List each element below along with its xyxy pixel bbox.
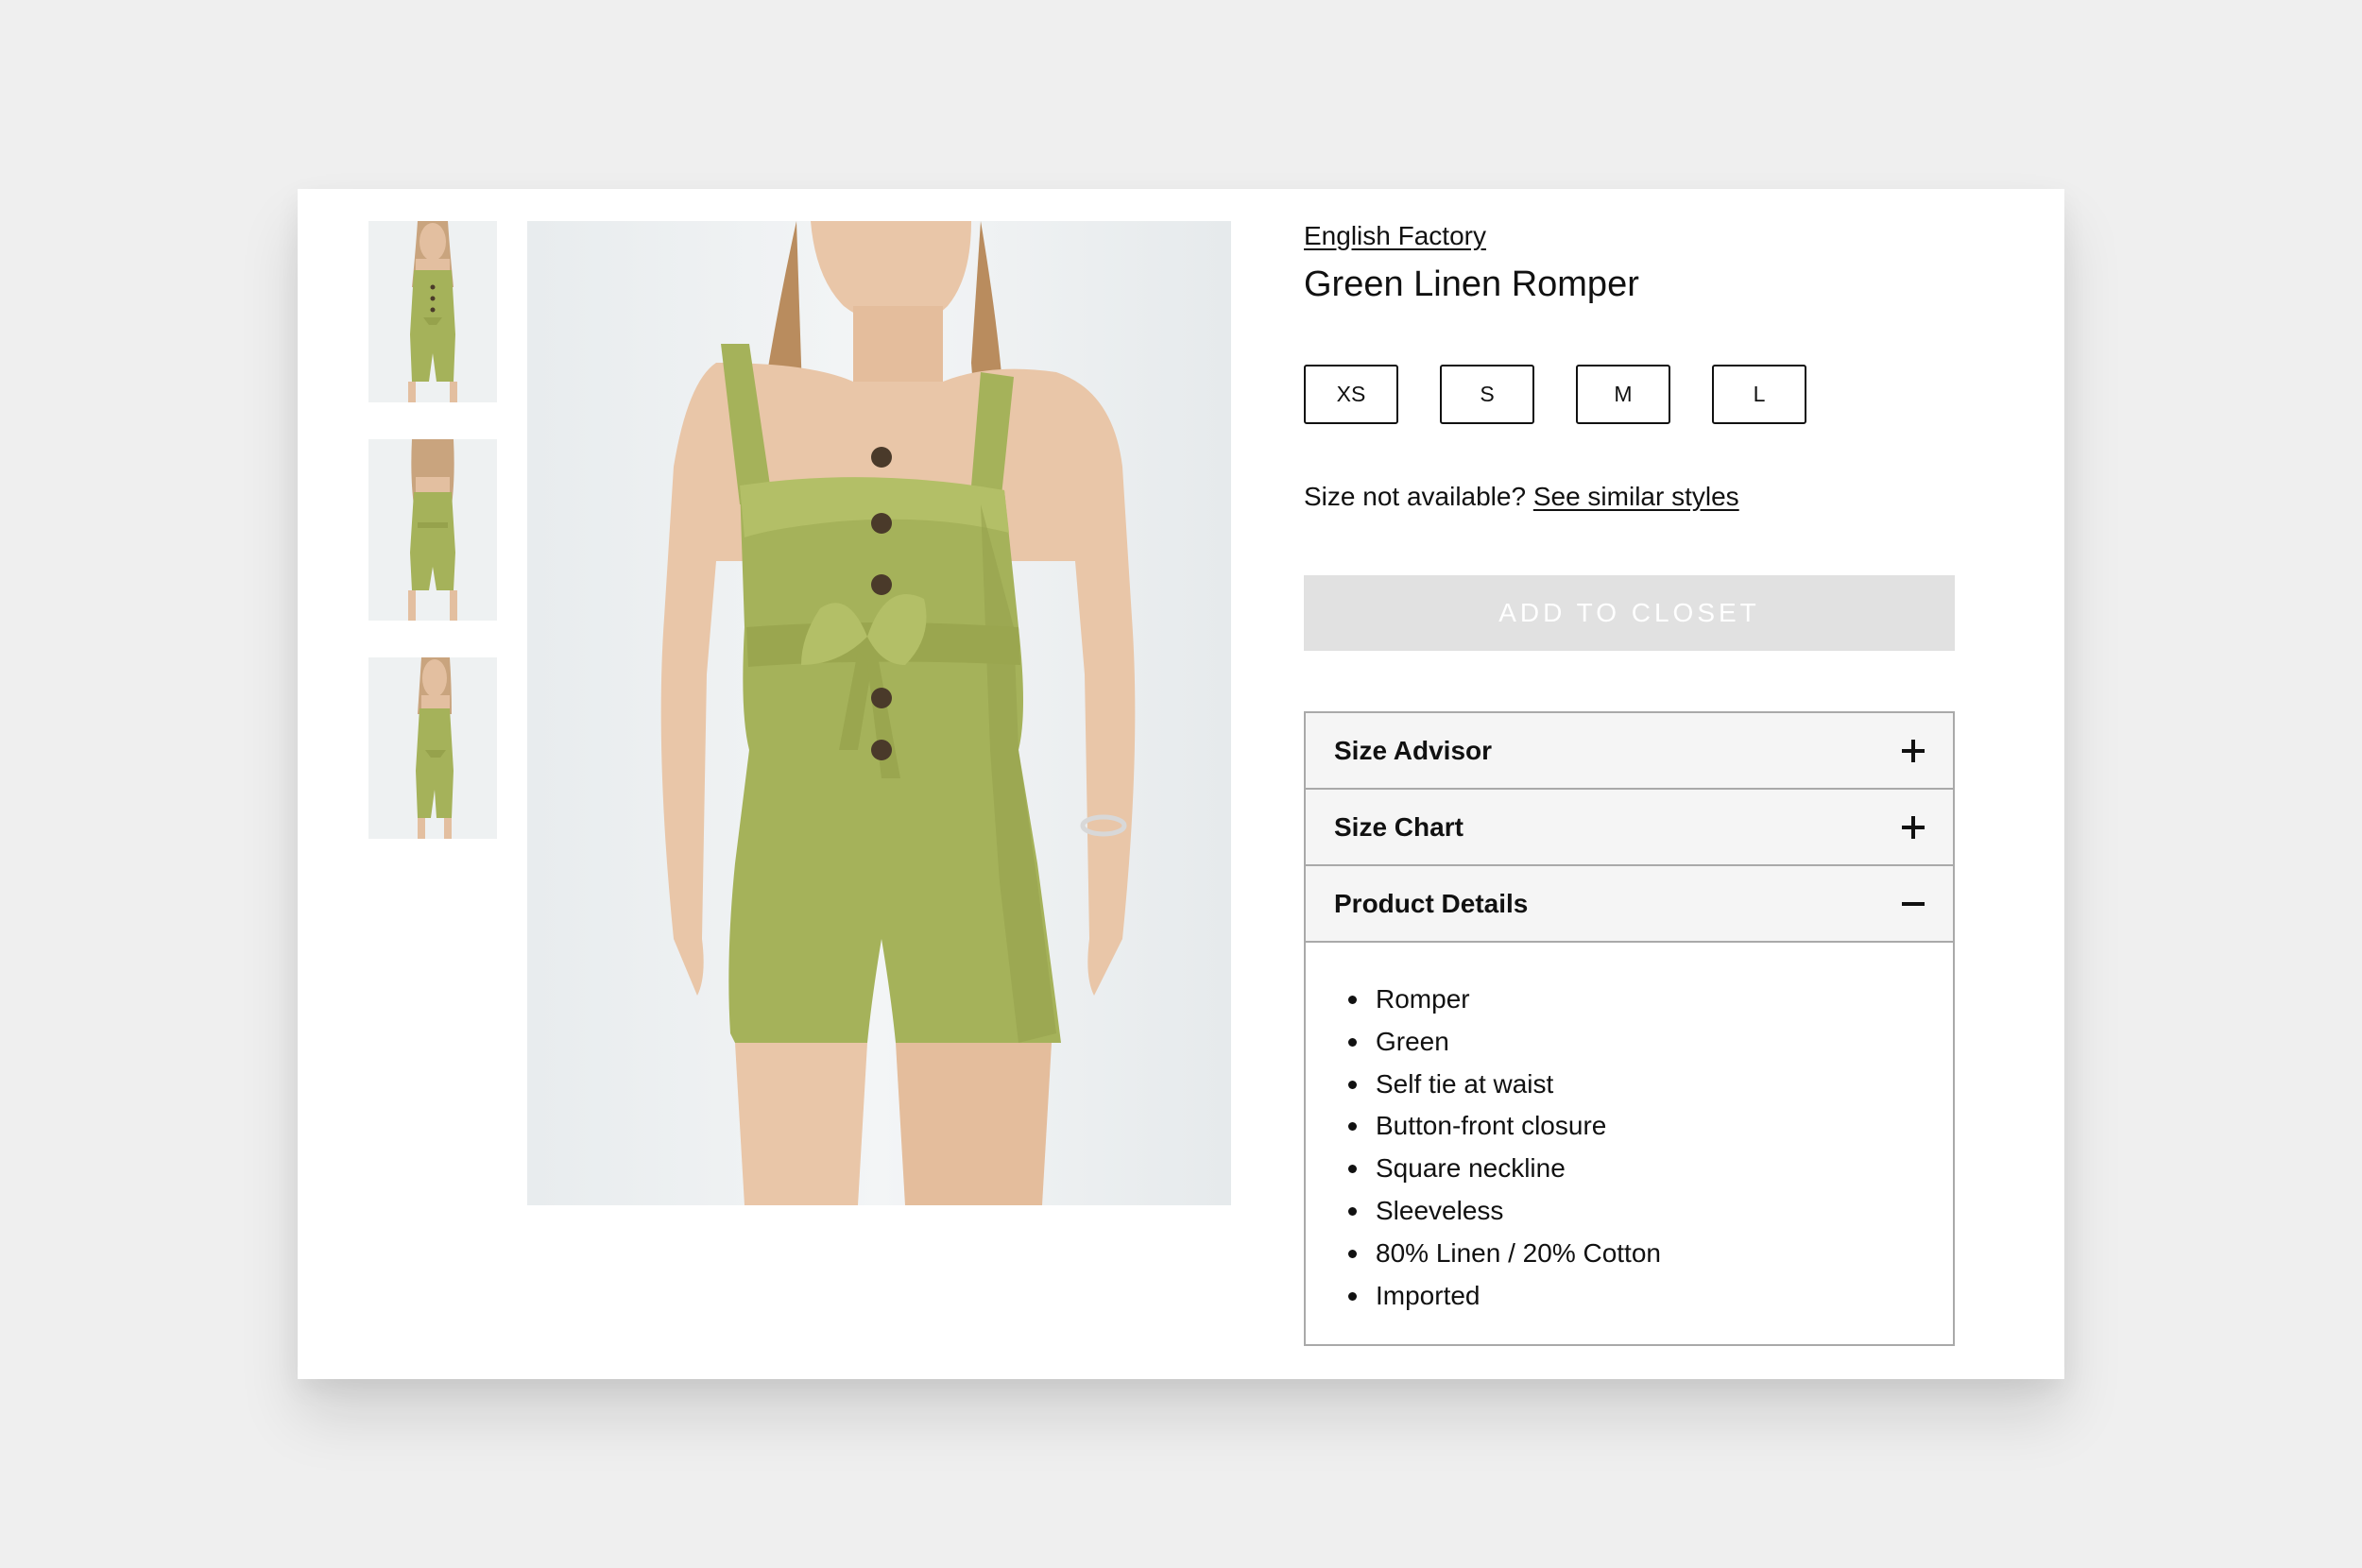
thumbnail-back[interactable]	[368, 439, 497, 621]
product-details-list: Romper Green Self tie at waist Button-fr…	[1306, 943, 1953, 1317]
accordion-label: Product Details	[1334, 888, 1529, 918]
thumbnail-front[interactable]	[368, 221, 497, 402]
list-item: Square neckline	[1344, 1148, 1953, 1190]
size-note-text: Size not available?	[1304, 482, 1527, 511]
accordion-label: Size Chart	[1334, 811, 1463, 842]
accordion-size-advisor[interactable]: Size Advisor	[1306, 713, 1953, 790]
accordion-size-chart[interactable]: Size Chart	[1306, 790, 1953, 866]
see-similar-styles-link[interactable]: See similar styles	[1533, 482, 1739, 511]
list-item: Self tie at waist	[1344, 1064, 1953, 1106]
plus-icon	[1902, 815, 1925, 839]
main-product-image[interactable]	[527, 221, 1231, 1205]
romper-model-photo	[527, 221, 1231, 1205]
minus-icon	[1902, 893, 1925, 915]
size-button-m[interactable]: M	[1576, 365, 1670, 424]
accordion-product-details[interactable]: Product Details	[1306, 866, 1953, 943]
list-item: Imported	[1344, 1275, 1953, 1318]
size-button-xs[interactable]: XS	[1304, 365, 1398, 424]
add-to-closet-button[interactable]: ADD TO CLOSET	[1304, 575, 1955, 651]
product-title: Green Linen Romper	[1304, 264, 1639, 304]
romper-front-thumbnail	[368, 221, 497, 402]
size-button-l[interactable]: L	[1712, 365, 1806, 424]
brand-link[interactable]: English Factory	[1304, 221, 1486, 251]
plus-icon	[1902, 739, 1925, 762]
size-selector: XS S M L	[1304, 365, 1806, 424]
list-item: Button-front closure	[1344, 1105, 1953, 1148]
list-item: Green	[1344, 1021, 1953, 1064]
size-availability-note: Size not available? See similar styles	[1304, 482, 1739, 512]
romper-back-thumbnail	[368, 439, 497, 621]
thumbnail-side[interactable]	[368, 657, 497, 839]
list-item: 80% Linen / 20% Cotton	[1344, 1233, 1953, 1275]
size-button-s[interactable]: S	[1440, 365, 1534, 424]
list-item: Sleeveless	[1344, 1190, 1953, 1233]
accordion-label: Size Advisor	[1334, 735, 1493, 765]
list-item: Romper	[1344, 979, 1953, 1021]
romper-side-thumbnail	[368, 657, 497, 839]
product-accordion: Size Advisor Size Chart Product Details …	[1304, 711, 1955, 1346]
